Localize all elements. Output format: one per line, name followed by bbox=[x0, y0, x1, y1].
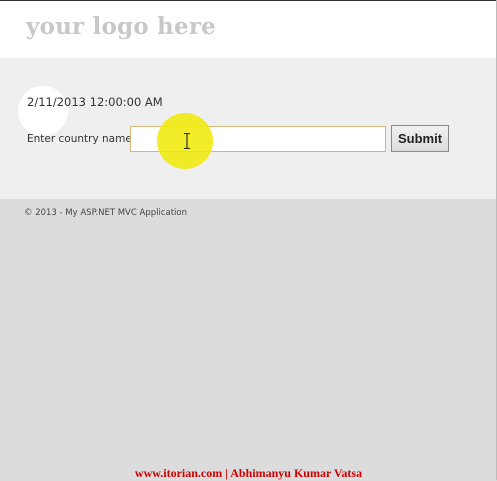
watermark-credit: www.itorian.com | Abhimanyu Kumar Vatsa bbox=[0, 466, 497, 481]
date-display: 2/11/2013 12:00:00 AM bbox=[27, 95, 163, 109]
submit-button[interactable]: Submit bbox=[391, 125, 449, 152]
country-name-label: Enter country name bbox=[27, 133, 132, 145]
footer-copyright: © 2013 - My ASP.NET MVC Application bbox=[24, 208, 187, 218]
watermark-separator: | bbox=[225, 466, 228, 480]
site-logo[interactable]: your logo here bbox=[26, 13, 216, 40]
site-header: your logo here bbox=[0, 1, 496, 58]
logo-circle-decoration bbox=[18, 86, 68, 136]
watermark-site: www.itorian.com bbox=[134, 466, 223, 480]
country-name-input[interactable] bbox=[130, 126, 386, 152]
watermark-author: Abhimanyu Kumar Vatsa bbox=[230, 466, 363, 480]
